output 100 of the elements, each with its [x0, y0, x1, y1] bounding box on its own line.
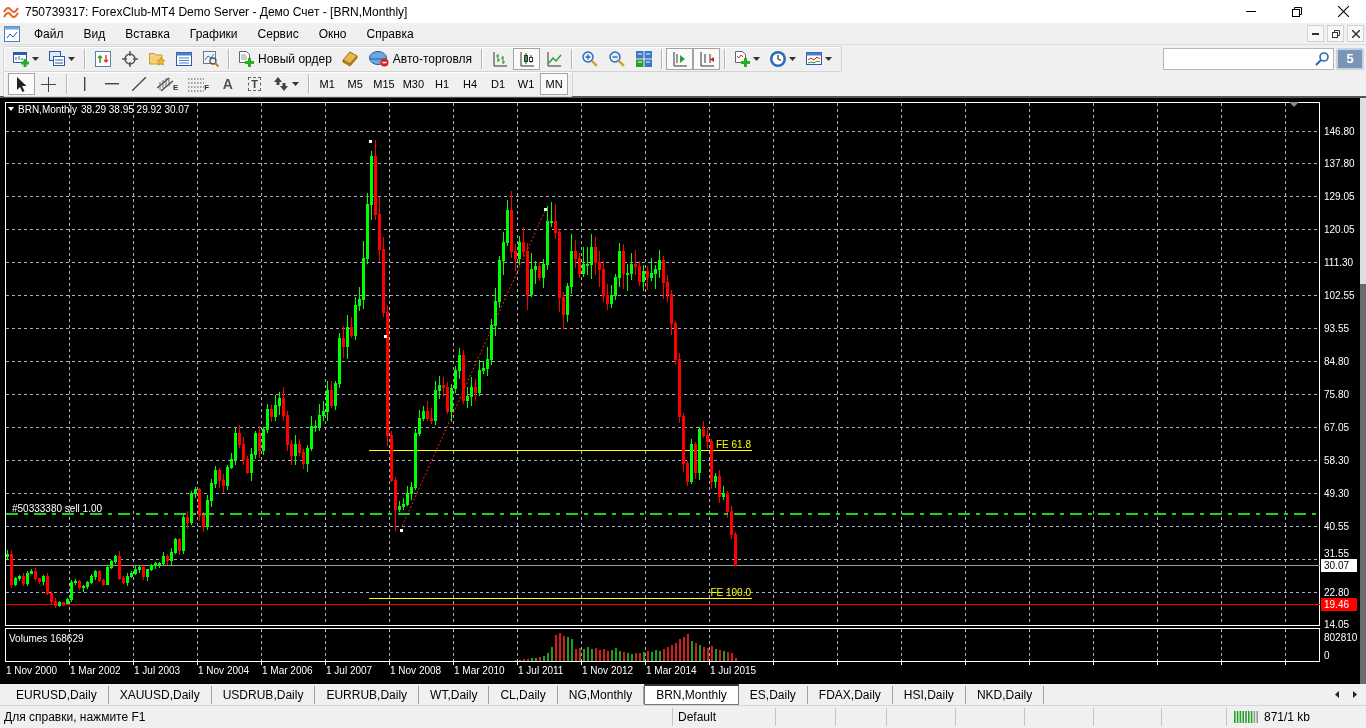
period-button[interactable]: M1	[313, 73, 342, 95]
caret-icon	[825, 56, 833, 61]
book-icon	[342, 50, 359, 67]
menu-item[interactable]: Вид	[73, 24, 116, 43]
anchor-marker[interactable]	[400, 529, 403, 532]
horizontal-line-icon	[104, 83, 119, 85]
period-button[interactable]: H4	[456, 73, 485, 95]
chart-tab[interactable]: WT,Daily	[419, 686, 490, 704]
menu-item[interactable]: Графики	[179, 24, 248, 43]
wave-logo-icon	[3, 5, 19, 18]
menu-item[interactable]: Справка	[356, 24, 424, 43]
candlestick-button[interactable]	[513, 47, 541, 70]
diagonal-line-icon	[131, 77, 146, 91]
child-restore-button[interactable]	[1327, 25, 1344, 42]
folder-star-icon	[148, 50, 165, 67]
anchor-marker[interactable]	[384, 335, 387, 338]
restore-icon	[1331, 29, 1340, 38]
search-icon	[1315, 51, 1329, 66]
menu-item[interactable]: Вставка	[115, 24, 180, 43]
child-minimize-button[interactable]	[1307, 25, 1324, 42]
period-button[interactable]: M15	[369, 73, 399, 95]
price-label: 75.80	[1324, 388, 1350, 400]
fibo-level-line[interactable]	[368, 597, 753, 599]
time-label: 1 Jul 2007	[326, 664, 373, 676]
line-chart-icon	[545, 50, 562, 67]
close-icon	[1351, 29, 1360, 38]
price-label: 146.80	[1324, 125, 1355, 137]
chart-shift-button[interactable]	[693, 47, 721, 70]
chart-shift-icon	[698, 50, 715, 67]
auto-scroll-button[interactable]	[666, 47, 694, 70]
tiles-icon	[635, 50, 652, 67]
time-label: 1 Nov 2012	[582, 664, 634, 676]
time-label: 1 Nov 2004	[198, 664, 250, 676]
period-button[interactable]: M5	[341, 73, 370, 95]
minimize-icon	[1246, 11, 1256, 12]
price-label: 58.30	[1324, 454, 1350, 466]
chart-tab[interactable]: XAUUSD,Daily	[108, 686, 212, 704]
price-label: 137.80	[1324, 158, 1355, 170]
dotted-trend-line[interactable]	[401, 210, 546, 527]
chart-tab[interactable]: EURUSD,Daily	[5, 686, 109, 704]
channel-button[interactable]: E	[152, 73, 184, 95]
time-label: 1 Nov 2000	[6, 664, 58, 676]
anchor-marker[interactable]	[544, 208, 547, 211]
shift-marker-icon[interactable]	[1289, 102, 1299, 107]
price-label: 111.30	[1324, 257, 1354, 269]
chart-tab[interactable]: CL,Daily	[489, 686, 558, 704]
child-close-button[interactable]	[1347, 25, 1364, 42]
fibo-level-label: FE 100.0	[710, 586, 751, 598]
price-label: 31.55	[1324, 547, 1350, 559]
period-button[interactable]: W1	[512, 73, 541, 95]
menu-item[interactable]: Сервис	[247, 24, 309, 43]
menu-item[interactable]: Файл	[24, 24, 74, 43]
price-label: 40.55	[1324, 520, 1350, 532]
text-tool-button[interactable]: A	[214, 73, 242, 95]
time-label: 1 Mar 2006	[262, 664, 313, 676]
restore-icon	[1292, 6, 1302, 17]
list-window-icon	[175, 50, 192, 67]
chart-tab[interactable]: NKD,Daily	[965, 686, 1045, 704]
search-field[interactable]	[1163, 47, 1334, 70]
caret-icon	[753, 56, 761, 61]
vertical-scrollbar[interactable]	[1360, 98, 1366, 684]
period-button[interactable]: MN	[540, 73, 569, 95]
period-button[interactable]: D1	[484, 73, 513, 95]
chart-tab[interactable]: ES,Daily	[738, 686, 808, 704]
order-label: #50333380 sell 1.00	[12, 502, 103, 514]
anchor-marker[interactable]	[369, 140, 372, 143]
chart-tab[interactable]: FDAX,Daily	[807, 686, 893, 704]
cursor-icon	[16, 76, 27, 92]
new-order-button[interactable]: Новый ордер	[233, 47, 337, 70]
price-label: 22.80	[1324, 586, 1350, 598]
caret-icon	[68, 56, 75, 61]
auto-trading-button[interactable]: Авто-торговля	[363, 47, 478, 70]
clock-icon	[770, 50, 787, 67]
chart-tab[interactable]: EURRUB,Daily	[315, 686, 420, 704]
price-label: 129.05	[1324, 191, 1355, 203]
document-plus-icon	[238, 50, 254, 67]
bar-chart-icon	[491, 50, 508, 67]
fibo-level-label: FE 61.8	[715, 438, 751, 450]
time-label: 1 Mar 2010	[454, 664, 505, 676]
menu-item[interactable]: Окно	[308, 24, 357, 43]
chart-tab[interactable]: HSI,Daily	[892, 686, 966, 704]
period-button[interactable]: H1	[428, 73, 457, 95]
price-label: 67.05	[1324, 421, 1350, 433]
cursor-button[interactable]	[8, 73, 35, 95]
bid-price-tag: 30.07	[1321, 559, 1357, 572]
period-button[interactable]: M30	[398, 73, 429, 95]
price-label: 14.05	[1324, 619, 1350, 631]
scroll-right-icon	[1353, 691, 1357, 698]
time-label: 1 Jul 2015	[710, 664, 757, 676]
level-price-tag: 19.46	[1321, 598, 1357, 611]
chart-tab[interactable]: BRN,Monthly	[644, 684, 739, 705]
zoom-out-icon	[608, 50, 625, 67]
volume-scale-label: 802810	[1324, 631, 1358, 643]
fibonacci-button[interactable]: F	[183, 73, 215, 95]
help-hint: Для справки, нажмите F1	[3, 709, 147, 726]
caret-icon[interactable]	[8, 107, 14, 111]
chart-window-icon[interactable]	[4, 25, 20, 42]
fibo-level-line[interactable]	[368, 449, 753, 451]
text-label-button[interactable]: T	[241, 73, 269, 95]
chart-tab[interactable]: USDRUB,Daily	[211, 686, 316, 704]
